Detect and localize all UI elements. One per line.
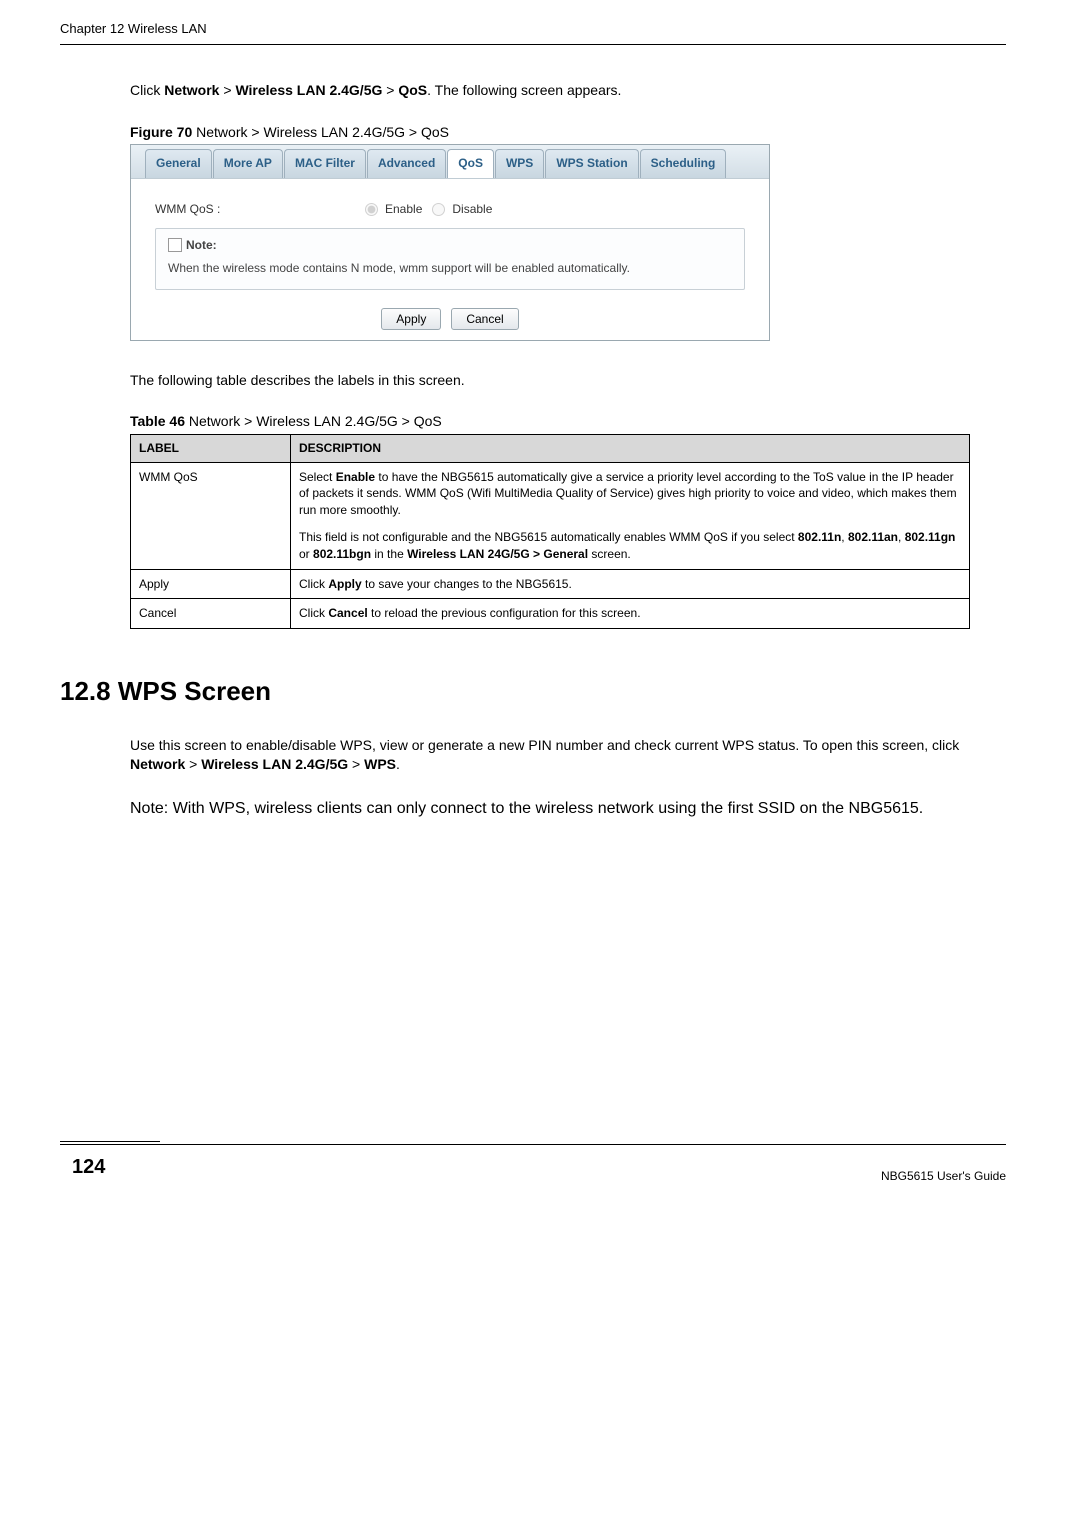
text: This field is not configurable and the N…: [299, 530, 798, 544]
table-row: Cancel Click Cancel to reload the previo…: [131, 599, 970, 629]
text-bold: 802.11an: [848, 530, 898, 544]
table-number: Table 46: [130, 413, 189, 429]
footer: 124 NBG5615 User's Guide: [60, 1141, 1006, 1185]
apply-button[interactable]: Apply: [381, 308, 441, 330]
table-title: Network > Wireless LAN 2.4G/5G > QoS: [189, 413, 442, 429]
text-bold: Apply: [328, 577, 361, 591]
cell-description: Click Cancel to reload the previous conf…: [291, 599, 970, 629]
tab-general[interactable]: General: [145, 149, 212, 178]
text: >: [348, 756, 364, 772]
page-number: 124: [60, 1149, 117, 1185]
text: >: [382, 82, 398, 98]
cell-label: Apply: [131, 569, 291, 599]
text-bold: Wireless LAN 2.4G/5G: [201, 756, 348, 772]
wps-intro: Use this screen to enable/disable WPS, v…: [130, 736, 1006, 775]
header-rule: [60, 44, 1006, 45]
wmm-enable-option[interactable]: Enable: [355, 201, 422, 218]
tab-more-ap[interactable]: More AP: [213, 149, 283, 178]
disable-label: Disable: [452, 201, 492, 218]
button-row: Apply Cancel: [131, 300, 769, 340]
table-caption: Table 46 Network > Wireless LAN 2.4G/5G …: [130, 412, 1006, 432]
wmm-qos-label: WMM QoS :: [155, 201, 355, 218]
text: or: [299, 547, 313, 561]
radio-disable[interactable]: [432, 203, 445, 216]
cell-label: Cancel: [131, 599, 291, 629]
text-bold: Network: [130, 756, 185, 772]
table-header-row: LABEL DESCRIPTION: [131, 434, 970, 462]
note-box: Note: When the wireless mode contains N …: [155, 228, 745, 290]
tab-wps[interactable]: WPS: [495, 149, 544, 178]
tab-wps-station[interactable]: WPS Station: [545, 149, 638, 178]
note-icon: [168, 238, 182, 252]
table-intro: The following table describes the labels…: [130, 371, 1006, 391]
screenshot-qos: General More AP MAC Filter Advanced QoS …: [130, 144, 770, 340]
text: >: [185, 756, 201, 772]
figure-caption: Figure 70 Network > Wireless LAN 2.4G/5G…: [130, 123, 1006, 143]
tab-scheduling[interactable]: Scheduling: [640, 149, 727, 178]
figure-title: Network > Wireless LAN 2.4G/5G > QoS: [196, 124, 449, 140]
text: screen.: [588, 547, 631, 561]
text: to reload the previous configuration for…: [368, 606, 641, 620]
text-bold: 802.11n: [798, 530, 841, 544]
table-row: WMM QoS Select Enable to have the NBG561…: [131, 462, 970, 569]
text-bold: Wireless LAN 2.4G/5G: [235, 82, 382, 98]
note-header: Note:: [168, 237, 732, 254]
radio-enable[interactable]: [365, 203, 378, 216]
form-area: WMM QoS : Enable Disable Note: When the …: [131, 179, 769, 299]
text-bold: WPS: [364, 756, 396, 772]
text-bold: Cancel: [328, 606, 367, 620]
note-title: Note:: [186, 237, 217, 254]
tab-mac-filter[interactable]: MAC Filter: [284, 149, 366, 178]
text: to save your changes to the NBG5615.: [362, 577, 572, 591]
note-body: When the wireless mode contains N mode, …: [168, 260, 732, 277]
text-bold: Network: [164, 82, 219, 98]
text: Click: [299, 606, 328, 620]
text: to have the NBG5615 automatically give a…: [299, 470, 957, 518]
text: Select: [299, 470, 336, 484]
note-line: Note: With WPS, wireless clients can onl…: [130, 797, 1006, 821]
tabs-row: General More AP MAC Filter Advanced QoS …: [131, 145, 769, 179]
text: Use this screen to enable/disable WPS, v…: [130, 737, 959, 753]
cell-label: WMM QoS: [131, 462, 291, 569]
footer-rule-full: [60, 1144, 1006, 1145]
cell-description: Select Enable to have the NBG5615 automa…: [291, 462, 970, 569]
text-bold: QoS: [398, 82, 427, 98]
tab-qos[interactable]: QoS: [447, 149, 494, 178]
text-bold: 802.11gn: [905, 530, 956, 544]
footer-rule-short: [60, 1141, 160, 1142]
enable-label: Enable: [385, 201, 422, 218]
text: Click: [299, 577, 328, 591]
figure-number: Figure 70: [130, 124, 196, 140]
text: in the: [371, 547, 407, 561]
cancel-button[interactable]: Cancel: [451, 308, 518, 330]
spec-table: LABEL DESCRIPTION WMM QoS Select Enable …: [130, 434, 970, 629]
text-bold: Wireless LAN 24G/5G > General: [407, 547, 588, 561]
section-title: 12.8 WPS Screen: [60, 673, 1006, 709]
cell-description: Click Apply to save your changes to the …: [291, 569, 970, 599]
chapter-header: Chapter 12 Wireless LAN: [60, 20, 1006, 38]
text-bold: 802.11bgn: [313, 547, 371, 561]
table-row: Apply Click Apply to save your changes t…: [131, 569, 970, 599]
wmm-disable-option[interactable]: Disable: [422, 201, 492, 218]
footer-row: 124 NBG5615 User's Guide: [60, 1149, 1006, 1185]
th-description: DESCRIPTION: [291, 434, 970, 462]
text: .: [396, 756, 400, 772]
text: . The following screen appears.: [427, 82, 621, 98]
intro-paragraph: Click Network > Wireless LAN 2.4G/5G > Q…: [130, 81, 1006, 101]
th-label: LABEL: [131, 434, 291, 462]
text: >: [219, 82, 235, 98]
text: Click: [130, 82, 164, 98]
footer-guide-title: NBG5615 User's Guide: [881, 1168, 1006, 1185]
text: ,: [898, 530, 905, 544]
text-bold: Enable: [336, 470, 375, 484]
tab-advanced[interactable]: Advanced: [367, 149, 446, 178]
wmm-qos-row: WMM QoS : Enable Disable: [155, 201, 745, 218]
text: ,: [841, 530, 848, 544]
